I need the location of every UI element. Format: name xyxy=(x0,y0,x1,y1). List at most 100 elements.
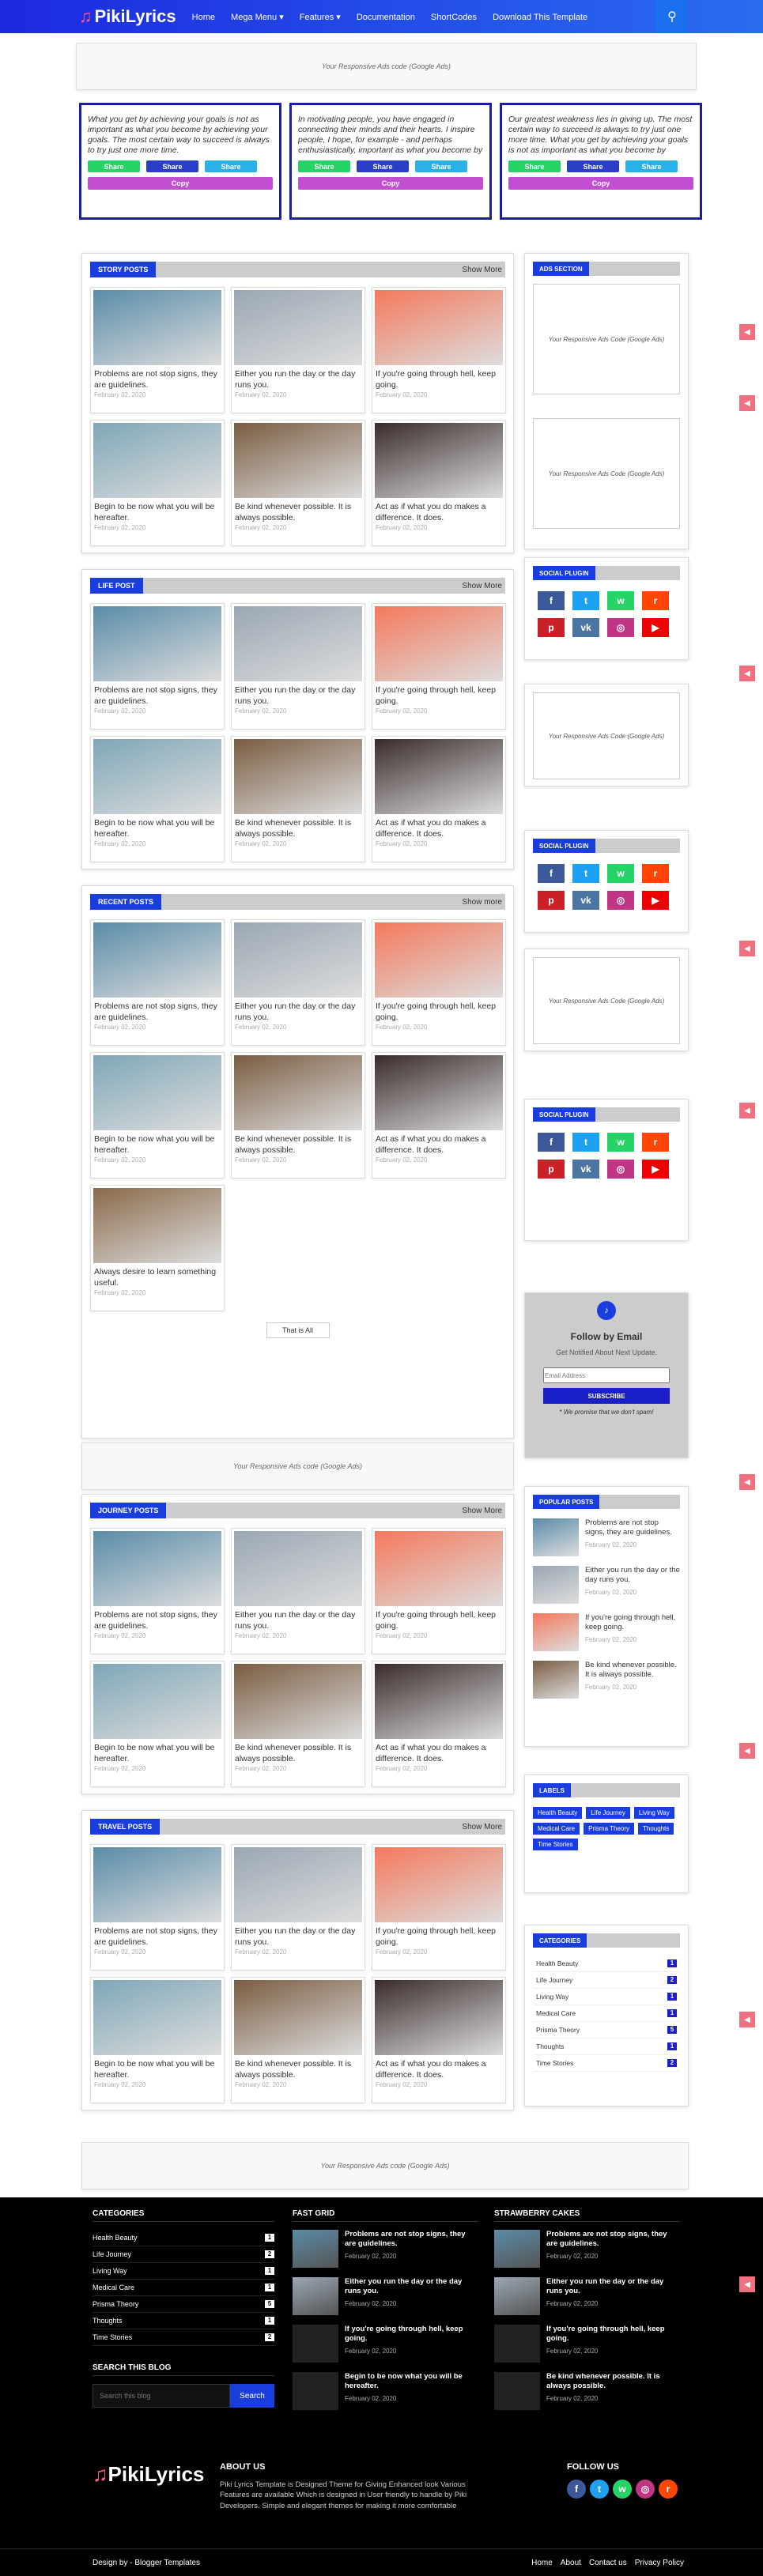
footer-search-input[interactable] xyxy=(93,2384,230,2408)
post-thumbnail[interactable] xyxy=(93,1847,221,1922)
footer-link[interactable]: Privacy Policy xyxy=(635,2559,684,2567)
show-more-link[interactable]: Show More xyxy=(462,1507,502,1515)
footer-link[interactable]: Contact us xyxy=(589,2559,627,2567)
youtube-icon[interactable]: ▶ xyxy=(642,618,669,637)
footer-post[interactable]: Either you run the day or the day runs y… xyxy=(293,2277,478,2315)
post-title[interactable]: Begin to be now what you will be hereaft… xyxy=(91,1133,224,1156)
post-thumbnail[interactable] xyxy=(375,290,503,365)
share-arrow-icon[interactable]: ◀ xyxy=(739,324,755,340)
share-arrow-icon[interactable]: ◀ xyxy=(739,2012,755,2027)
category-item[interactable]: Medical Care 1 xyxy=(533,2005,680,2022)
post-card[interactable]: Problems are not stop signs, they are gu… xyxy=(90,1528,225,1654)
footer-search-button[interactable]: Search xyxy=(230,2384,274,2408)
post-card[interactable]: Always desire to learn something useful.… xyxy=(90,1185,225,1311)
pinterest-icon[interactable]: p xyxy=(538,618,565,637)
post-card[interactable]: If you're going through hell, keep going… xyxy=(372,287,506,413)
post-thumbnail[interactable] xyxy=(293,2372,338,2410)
post-title[interactable]: Problems are not stop signs, they are gu… xyxy=(91,1925,224,1948)
post-title[interactable]: Either you run the day or the day runs y… xyxy=(232,1925,365,1948)
subscribe-button[interactable]: SUBSCRIBE xyxy=(543,1388,670,1404)
post-title[interactable]: Problems are not stop signs, they are gu… xyxy=(91,684,224,707)
post-card[interactable]: Problems are not stop signs, they are gu… xyxy=(90,1844,225,1971)
post-thumbnail[interactable] xyxy=(375,1531,503,1606)
post-thumbnail[interactable] xyxy=(533,1518,579,1556)
post-card[interactable]: If you're going through hell, keep going… xyxy=(372,1844,506,1971)
post-card[interactable]: Problems are not stop signs, they are gu… xyxy=(90,919,225,1046)
vk-icon[interactable]: vk xyxy=(572,891,599,910)
post-card[interactable]: Begin to be now what you will be hereaft… xyxy=(90,1661,225,1787)
post-title[interactable]: If you're going through hell, keep going… xyxy=(372,684,505,707)
twitter-icon[interactable]: t xyxy=(572,591,599,610)
category-item[interactable]: Living Way 1 xyxy=(533,1989,680,2005)
category-item[interactable]: Thoughts 1 xyxy=(533,2039,680,2055)
post-thumbnail[interactable] xyxy=(234,739,362,814)
post-title[interactable]: Begin to be now what you will be hereaft… xyxy=(91,500,224,524)
post-card[interactable]: Either you run the day or the day runs y… xyxy=(231,287,365,413)
category-item[interactable]: Health Beauty 1 xyxy=(533,1956,680,1972)
twitter-icon[interactable]: t xyxy=(590,2480,609,2499)
post-card[interactable]: If you're going through hell, keep going… xyxy=(372,919,506,1046)
post-card[interactable]: Begin to be now what you will be hereaft… xyxy=(90,736,225,862)
label-tag[interactable]: Thoughts xyxy=(638,1823,674,1835)
facebook-icon[interactable]: f xyxy=(538,864,565,883)
show-more-link[interactable]: Show More xyxy=(462,266,502,274)
post-thumbnail[interactable] xyxy=(93,606,221,681)
post-thumbnail[interactable] xyxy=(93,1980,221,2055)
post-thumbnail[interactable] xyxy=(234,1055,362,1130)
post-card[interactable]: Be kind whenever possible. It is always … xyxy=(231,420,365,546)
post-thumbnail[interactable] xyxy=(93,1664,221,1739)
post-title[interactable]: Act as if what you do makes a difference… xyxy=(372,1741,505,1765)
post-card[interactable]: Either you run the day or the day runs y… xyxy=(231,1844,365,1971)
footer-category-item[interactable]: Time Stories 2 xyxy=(93,2329,274,2346)
post-card[interactable]: Begin to be now what you will be hereaft… xyxy=(90,1052,225,1179)
post-thumbnail[interactable] xyxy=(533,1613,579,1651)
popular-post[interactable]: Either you run the day or the day runs y… xyxy=(533,1566,680,1604)
instagram-icon[interactable]: ◎ xyxy=(636,2480,655,2499)
share-arrow-icon[interactable]: ◀ xyxy=(739,1103,755,1118)
label-tag[interactable]: Health Beauty xyxy=(533,1807,583,1819)
share-arrow-icon[interactable]: ◀ xyxy=(739,1743,755,1759)
post-card[interactable]: Act as if what you do makes a difference… xyxy=(372,736,506,862)
whatsapp-icon[interactable]: w xyxy=(607,591,634,610)
post-title[interactable]: Either you run the day or the day runs y… xyxy=(232,1609,365,1632)
popular-post[interactable]: Be kind whenever possible. It is always … xyxy=(533,1661,680,1699)
post-card[interactable]: Be kind whenever possible. It is always … xyxy=(231,1977,365,2103)
whatsapp-icon[interactable]: w xyxy=(607,1133,634,1152)
post-thumbnail[interactable] xyxy=(93,922,221,998)
label-tag[interactable]: Prisma Theory xyxy=(584,1823,635,1835)
whatsapp-icon[interactable]: w xyxy=(613,2480,632,2499)
post-thumbnail[interactable] xyxy=(533,1566,579,1604)
reddit-icon[interactable]: r xyxy=(642,591,669,610)
share-arrow-icon[interactable]: ◀ xyxy=(739,1474,755,1490)
category-item[interactable]: Prisma Theory 5 xyxy=(533,2022,680,2039)
share-arrow-icon[interactable]: ◀ xyxy=(739,941,755,956)
facebook-icon[interactable]: f xyxy=(538,1133,565,1152)
post-thumbnail[interactable] xyxy=(234,606,362,681)
share-arrow-icon[interactable]: ◀ xyxy=(739,666,755,681)
post-title[interactable]: Be kind whenever possible. It is always … xyxy=(232,817,365,840)
post-title[interactable]: Act as if what you do makes a difference… xyxy=(372,1133,505,1156)
footer-post[interactable]: Problems are not stop signs, they are gu… xyxy=(293,2230,478,2268)
post-thumbnail[interactable] xyxy=(93,423,221,498)
show-more-link[interactable]: Show More xyxy=(462,1823,502,1831)
post-card[interactable]: Begin to be now what you will be hereaft… xyxy=(90,420,225,546)
share-arrow-icon[interactable]: ◀ xyxy=(739,395,755,411)
twitter-icon[interactable]: t xyxy=(572,1133,599,1152)
footer-post[interactable]: Begin to be now what you will be hereaft… xyxy=(293,2372,478,2410)
post-title[interactable]: Begin to be now what you will be hereaft… xyxy=(91,1741,224,1765)
post-title[interactable]: If you're going through hell, keep going… xyxy=(372,368,505,391)
post-thumbnail[interactable] xyxy=(93,739,221,814)
post-card[interactable]: Either you run the day or the day runs y… xyxy=(231,1528,365,1654)
post-card[interactable]: Act as if what you do makes a difference… xyxy=(372,420,506,546)
post-title[interactable]: Begin to be now what you will be hereaft… xyxy=(91,2057,224,2081)
post-title[interactable]: Problems are not stop signs, they are gu… xyxy=(91,1609,224,1632)
post-card[interactable]: Act as if what you do makes a difference… xyxy=(372,1661,506,1787)
footer-category-item[interactable]: Health Beauty 1 xyxy=(93,2230,274,2246)
post-thumbnail[interactable] xyxy=(293,2277,338,2315)
post-thumbnail[interactable] xyxy=(375,606,503,681)
reddit-icon[interactable]: r xyxy=(642,1133,669,1152)
show-more-link[interactable]: Show More xyxy=(462,582,502,590)
post-thumbnail[interactable] xyxy=(375,1980,503,2055)
vk-icon[interactable]: vk xyxy=(572,1160,599,1179)
youtube-icon[interactable]: ▶ xyxy=(642,891,669,910)
